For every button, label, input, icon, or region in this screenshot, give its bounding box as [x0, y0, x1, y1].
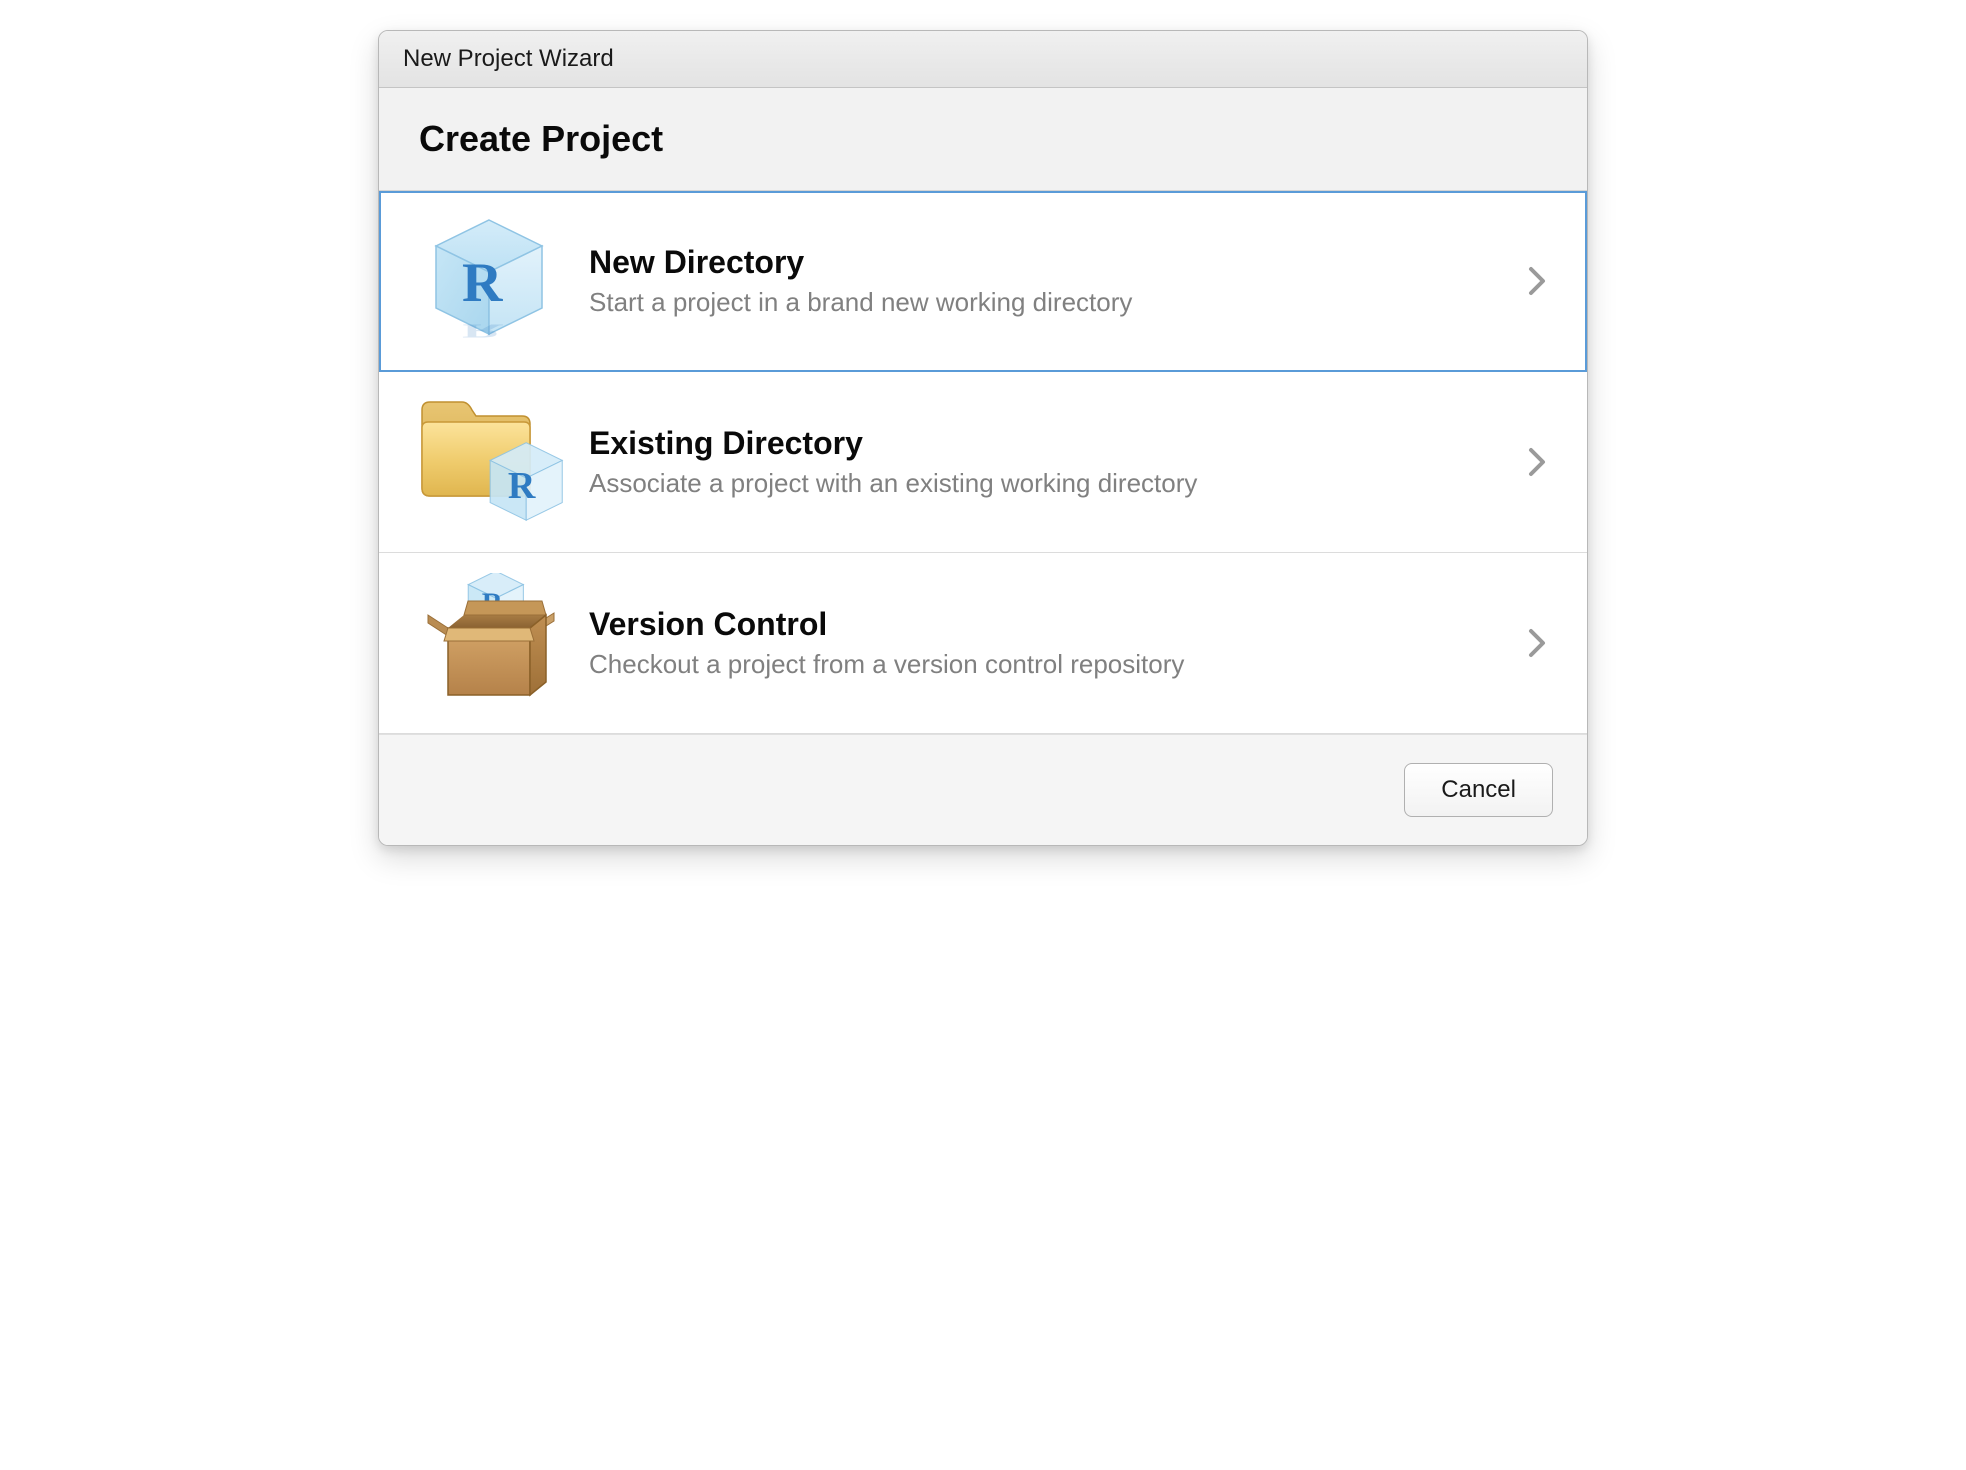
option-version-control[interactable]: R Ve	[379, 553, 1587, 734]
dialog-title: New Project Wizard	[379, 31, 1587, 88]
option-description: Start a project in a brand new working d…	[589, 287, 1517, 318]
chevron-right-icon	[1517, 447, 1557, 477]
option-existing-directory[interactable]: R Existing Directory Associate a project…	[379, 372, 1587, 553]
page-title: Create Project	[419, 118, 1547, 160]
svg-text:R: R	[462, 252, 503, 314]
option-title: New Directory	[589, 244, 1517, 281]
option-description: Checkout a project from a version contro…	[589, 649, 1517, 680]
svg-text:R: R	[462, 320, 503, 341]
chevron-right-icon	[1517, 628, 1557, 658]
option-title: Existing Directory	[589, 425, 1517, 462]
folder-r-cube-icon: R	[409, 392, 569, 532]
dialog-header: Create Project	[379, 88, 1587, 191]
option-description: Associate a project with an existing wor…	[589, 468, 1517, 499]
svg-text:R: R	[508, 465, 536, 507]
box-r-cube-icon: R	[409, 573, 569, 713]
option-new-directory[interactable]: R R New Directory Start a project in a b…	[379, 191, 1587, 372]
option-text: Existing Directory Associate a project w…	[569, 425, 1517, 499]
r-cube-icon: R R	[409, 211, 569, 351]
cancel-button[interactable]: Cancel	[1404, 763, 1553, 817]
option-text: New Directory Start a project in a brand…	[569, 244, 1517, 318]
option-title: Version Control	[589, 606, 1517, 643]
project-options-list: R R New Directory Start a project in a b…	[379, 191, 1587, 734]
dialog-footer: Cancel	[379, 734, 1587, 845]
option-text: Version Control Checkout a project from …	[569, 606, 1517, 680]
new-project-wizard-dialog: New Project Wizard Create Project	[378, 30, 1588, 846]
chevron-right-icon	[1517, 266, 1557, 296]
